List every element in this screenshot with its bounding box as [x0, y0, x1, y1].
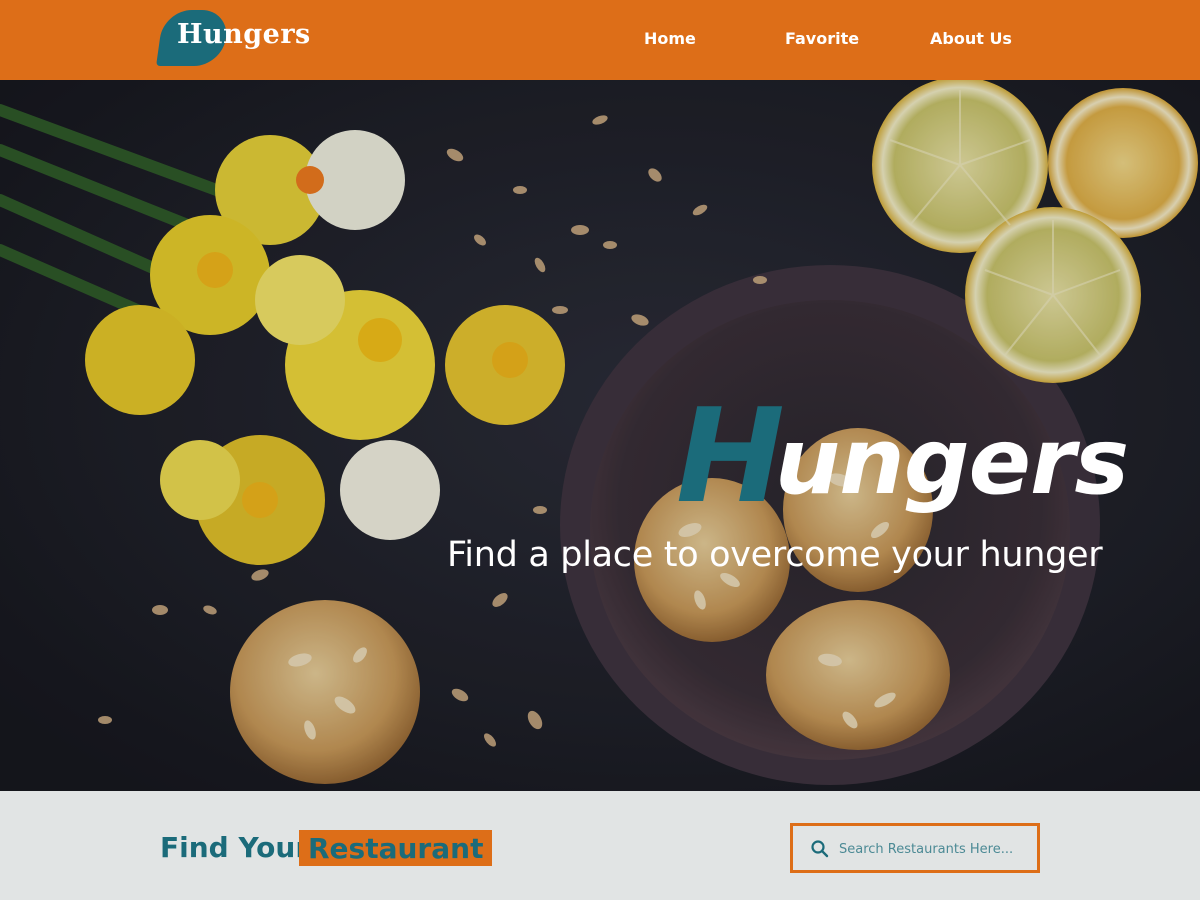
hero-section: Hungers Find a place to overcome your hu… [0, 80, 1200, 791]
find-restaurant-section: Find Your Restaurant [0, 791, 1200, 900]
search-icon[interactable] [810, 839, 830, 859]
nav-favorite-link[interactable]: Favorite [785, 29, 859, 48]
hero-title: Hungers [676, 380, 1129, 532]
logo[interactable]: Hungers [156, 10, 310, 68]
find-section-title: Find Your [160, 831, 310, 864]
hero-subtitle: Find a place to overcome your hunger [447, 535, 1103, 575]
hero-title-rest: ungers [774, 408, 1129, 515]
restaurant-search-box[interactable] [790, 823, 1040, 873]
nav-home-link[interactable]: Home [644, 29, 696, 48]
nav-about-us-link[interactable]: About Us [930, 29, 1012, 48]
hero-title-initial: H [676, 380, 785, 532]
restaurant-search-input[interactable] [839, 836, 1029, 862]
site-header: Hungers Home Favorite About Us [0, 0, 1200, 80]
find-section-highlight: Restaurant [299, 830, 493, 866]
logo-text: Hungers [177, 19, 311, 50]
